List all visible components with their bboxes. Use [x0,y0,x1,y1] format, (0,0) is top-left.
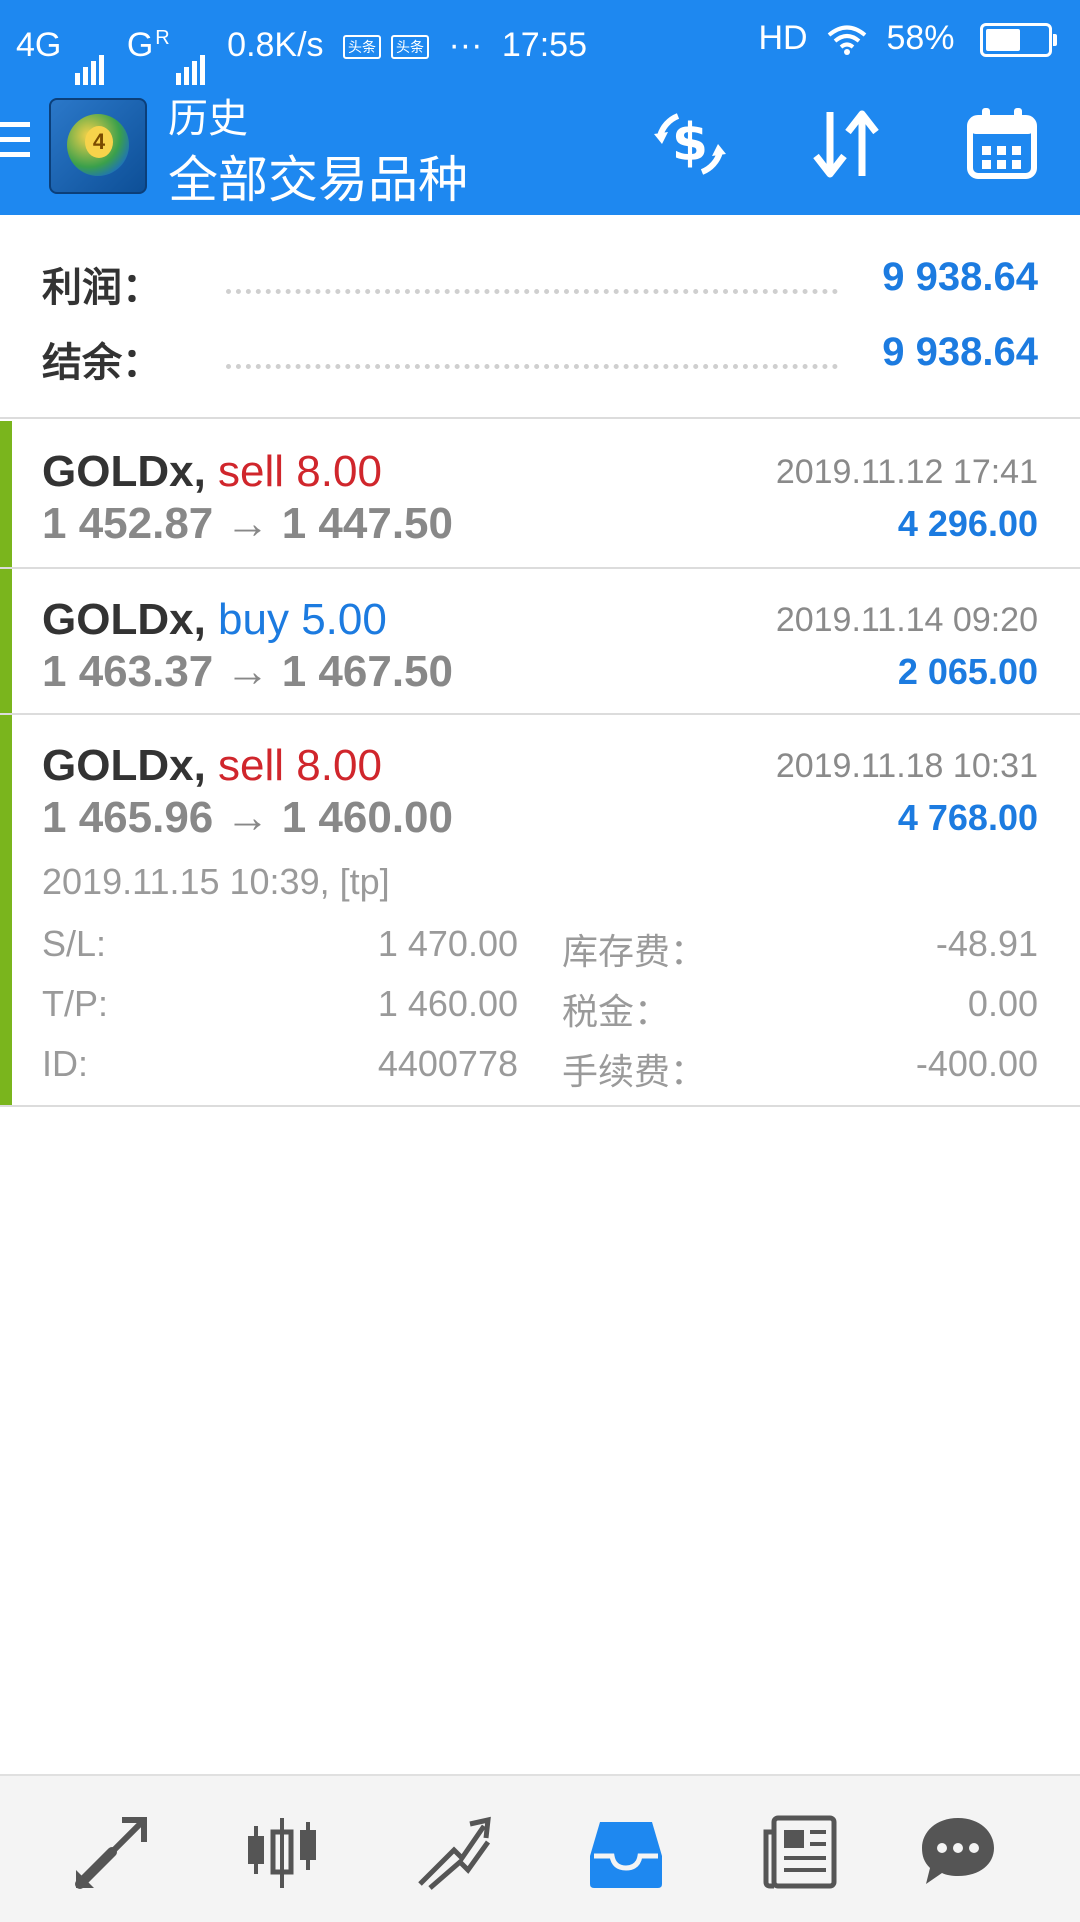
balance-value: 9 938.64 [882,330,1038,374]
quotes-icon[interactable] [72,1812,152,1892]
trade-status-bar [0,421,12,567]
dotted-leader [226,289,838,294]
tp-value: 1 460.00 [377,983,518,1024]
tax-value: 0.00 [967,983,1038,1024]
signal-icon [75,9,107,86]
swap-value: -48.91 [935,923,1038,964]
app-header: 4G GR 0.8K/s 头条 头条 ··· 17:55 HD 58% 4 历史 … [0,0,1080,215]
history-inbox-icon[interactable] [586,1812,666,1892]
id-value: 4400778 [377,1043,518,1084]
clock: 17:55 [501,26,587,65]
trade-side: buy 5.00 [218,595,387,644]
trade-status-bar [0,569,12,713]
sort-icon[interactable] [806,104,886,184]
sl-label: S/L: [42,923,107,964]
signal-icon-2 [175,9,208,86]
trade-side: sell 8.00 [218,447,382,496]
fee-label: 手续费： [562,1051,707,1092]
trade-prices: 1 465.96 → 1 460.00 [42,793,453,842]
trade-symbol: GOLDx, [42,447,206,496]
network-type: 4G [16,26,62,65]
more-notifications: ··· [448,26,483,65]
notification-badge-2: 头条 [391,35,430,60]
trade-open-info: 2019.11.15 10:39, [tp] [42,861,390,902]
balance-row: 结余： 9 938.64 [42,330,1038,390]
calendar-icon[interactable] [962,104,1042,184]
sl-value: 1 470.00 [377,923,518,964]
wifi-icon [827,25,867,56]
trade-time: 2019.11.14 09:20 [775,601,1038,639]
battery-percent: 58% [886,19,955,57]
profit-value: 9 938.64 [882,255,1038,299]
trade-time: 2019.11.18 10:31 [775,747,1038,785]
chat-icon[interactable] [918,1812,998,1892]
trade-row[interactable]: GOLDx, buy 5.00 1 463.37 → 1 467.50 2019… [0,569,1080,713]
chart-candles-icon[interactable] [242,1812,322,1892]
trade-profit: 4 296.00 [897,503,1038,544]
trade-symbol: GOLDx, [42,595,206,644]
page-title: 历史 [168,97,248,141]
tax-label: 税金： [562,991,671,1032]
dotted-leader [226,364,838,369]
trade-row[interactable]: GOLDx, sell 8.00 1 452.87 → 1 447.50 201… [0,421,1080,567]
id-label: ID: [42,1043,89,1084]
swap-label: 库存费： [562,931,707,972]
divider [0,1105,1080,1107]
notification-badge: 头条 [343,35,382,60]
trade-profit: 4 768.00 [897,797,1038,838]
symbol-filter[interactable]: 全部交易品种 [168,140,468,212]
trade-symbol: GOLDx, [42,741,206,790]
hd-indicator: HD [758,19,808,57]
dollar-swap-icon[interactable]: $ [650,104,730,184]
trade-row-expanded[interactable]: GOLDx, sell 8.00 1 465.96 → 1 460.00 201… [0,715,1080,1105]
trade-prices: 1 452.87 → 1 447.50 [42,499,453,548]
profit-label: 利润： [42,266,162,310]
trade-side: sell 8.00 [218,741,382,790]
trade-profit: 2 065.00 [897,651,1038,692]
divider [0,417,1080,419]
network-speed: 0.8K/s [227,26,324,65]
status-bar: 4G GR 0.8K/s 头条 头条 ··· 17:55 HD 58% [0,0,1080,86]
trade-time: 2019.11.12 17:41 [775,453,1038,491]
app-logo: 4 [49,98,147,194]
roaming-indicator: R [155,27,170,49]
balance-label: 结余： [42,341,162,385]
profit-row: 利润： 9 938.64 [42,255,1038,315]
bottom-navigation [0,1774,1080,1922]
trade-icon[interactable] [414,1812,494,1892]
battery-icon [980,23,1057,58]
trade-prices: 1 463.37 → 1 467.50 [42,647,453,696]
trade-status-bar [0,715,12,1105]
tp-label: T/P: [42,983,109,1024]
svg-text:$: $ [672,113,708,173]
menu-icon[interactable] [0,122,30,167]
fee-value: -400.00 [915,1043,1038,1084]
news-icon[interactable] [760,1812,840,1892]
network-type-2: G [126,26,154,65]
